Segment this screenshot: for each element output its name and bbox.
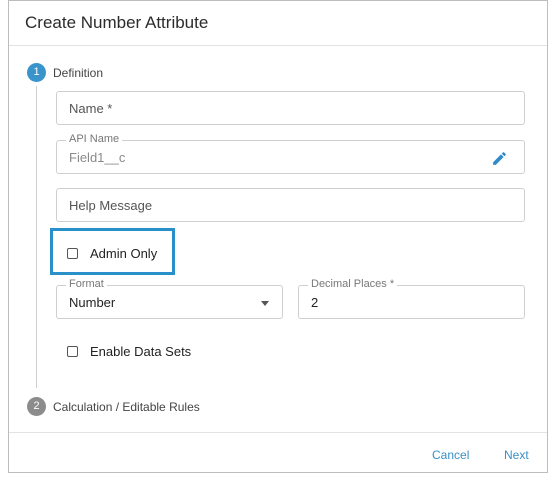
help-message-placeholder: Help Message — [69, 198, 153, 213]
enable-datasets-label: Enable Data Sets — [90, 344, 192, 359]
decimal-places-value: 2 — [311, 295, 319, 310]
footer-divider — [9, 432, 547, 433]
enable-datasets-checkbox[interactable] — [67, 346, 78, 357]
step-2-label[interactable]: Calculation / Editable Rules — [53, 400, 200, 414]
step-1-number: 1 — [33, 66, 40, 78]
dialog-header: Create Number Attribute — [9, 1, 547, 46]
admin-only-checkbox-row[interactable]: Admin Only — [67, 246, 157, 261]
format-select[interactable]: Format Number — [56, 278, 283, 319]
admin-only-checkbox[interactable] — [67, 248, 78, 259]
step-2-number: 2 — [33, 400, 40, 412]
step-connector-line — [36, 86, 37, 388]
next-button[interactable]: Next — [504, 448, 529, 462]
admin-only-label: Admin Only — [90, 246, 158, 261]
decimal-places-input[interactable]: Decimal Places * 2 — [298, 278, 525, 319]
edit-pencil-icon[interactable] — [491, 150, 508, 167]
api-name-label: API Name — [66, 133, 123, 145]
step-2-indicator: 2 — [27, 397, 46, 416]
help-message-input[interactable]: Help Message — [56, 188, 525, 222]
dialog-title: Create Number Attribute — [25, 13, 209, 32]
name-placeholder: Name * — [69, 101, 113, 116]
step-1-indicator: 1 — [27, 63, 46, 82]
enable-datasets-checkbox-row[interactable]: Enable Data Sets — [67, 344, 191, 359]
format-value: Number — [69, 295, 116, 310]
api-name-value: Field1__c — [69, 150, 126, 165]
decimal-places-label: Decimal Places * — [308, 278, 398, 290]
create-number-attribute-dialog: Create Number Attribute 1 Definition Nam… — [8, 0, 548, 473]
step-1-label[interactable]: Definition — [53, 66, 103, 80]
caret-down-icon — [261, 301, 269, 306]
name-input[interactable]: Name * — [56, 91, 525, 125]
format-label: Format — [66, 278, 107, 290]
api-name-input[interactable]: API Name Field1__c — [56, 133, 525, 174]
cancel-button[interactable]: Cancel — [432, 448, 469, 462]
